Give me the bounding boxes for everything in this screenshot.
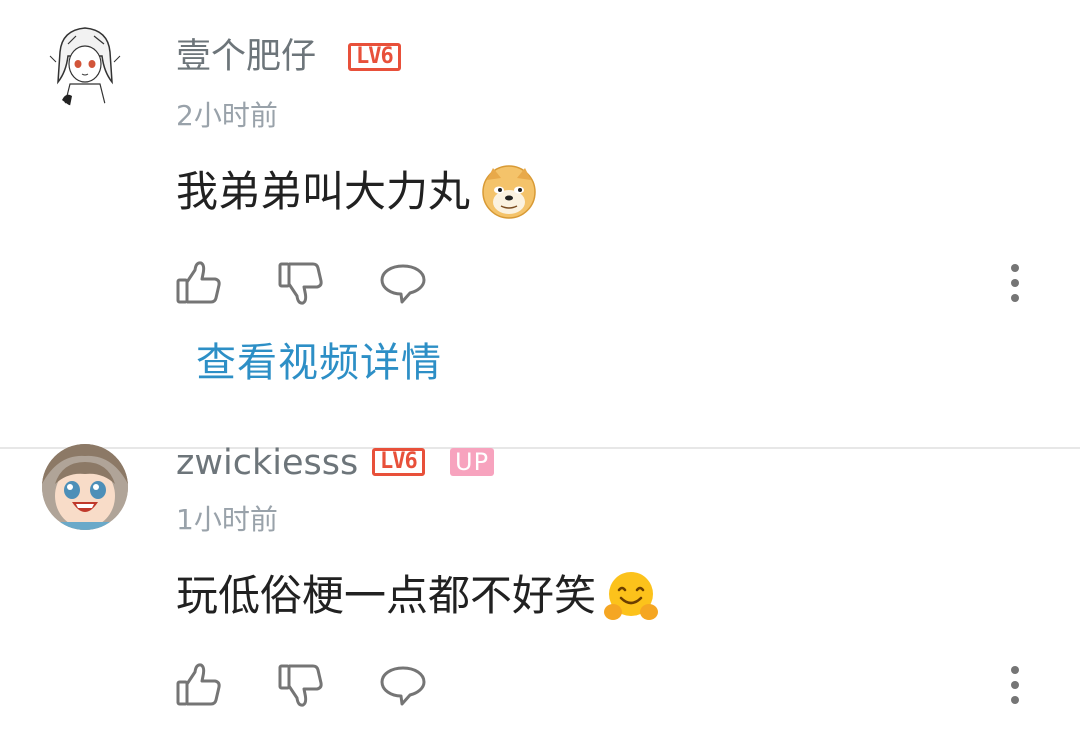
level-badge: LV6 xyxy=(372,448,425,476)
avatar[interactable] xyxy=(42,444,128,530)
level-badge: LV6 xyxy=(348,43,401,71)
comment-actions xyxy=(0,258,1080,318)
doge-emoji-icon xyxy=(481,164,537,220)
avatar[interactable] xyxy=(42,22,128,108)
comment-bubble-icon[interactable] xyxy=(378,660,428,710)
more-vertical-icon[interactable] xyxy=(1000,660,1030,710)
thumbs-down-icon[interactable] xyxy=(276,258,326,308)
comment-text: 玩低俗梗一点都不好笑 xyxy=(176,568,659,628)
up-badge: UP xyxy=(450,448,495,476)
comment-bubble-icon[interactable] xyxy=(378,258,428,308)
more-vertical-icon[interactable] xyxy=(1000,258,1030,308)
hugging-face-emoji-icon xyxy=(603,568,659,624)
thumbs-down-icon[interactable] xyxy=(276,660,326,710)
username[interactable]: 壹个肥仔 xyxy=(176,40,316,75)
comment-text-content: 我弟弟叫大力丸 xyxy=(176,167,471,216)
comment-text: 我弟弟叫大力丸 xyxy=(176,164,537,224)
comment-actions xyxy=(0,660,1080,720)
thumbs-up-icon[interactable] xyxy=(174,660,224,710)
comment-item: zwickiesss LV6 UP 1小时前 玩低俗梗一点都不好笑 xyxy=(0,444,1080,732)
username[interactable]: zwickiesss xyxy=(176,446,358,481)
comment-text-content: 玩低俗梗一点都不好笑 xyxy=(176,571,597,620)
view-video-details-link[interactable]: 查看视频详情 xyxy=(196,343,442,383)
timestamp: 1小时前 xyxy=(176,503,278,536)
timestamp: 2小时前 xyxy=(176,99,278,132)
thumbs-up-icon[interactable] xyxy=(174,258,224,308)
comment-item: 壹个肥仔 LV6 2小时前 我弟弟叫大力丸 查看视频详情 xyxy=(0,0,1080,448)
